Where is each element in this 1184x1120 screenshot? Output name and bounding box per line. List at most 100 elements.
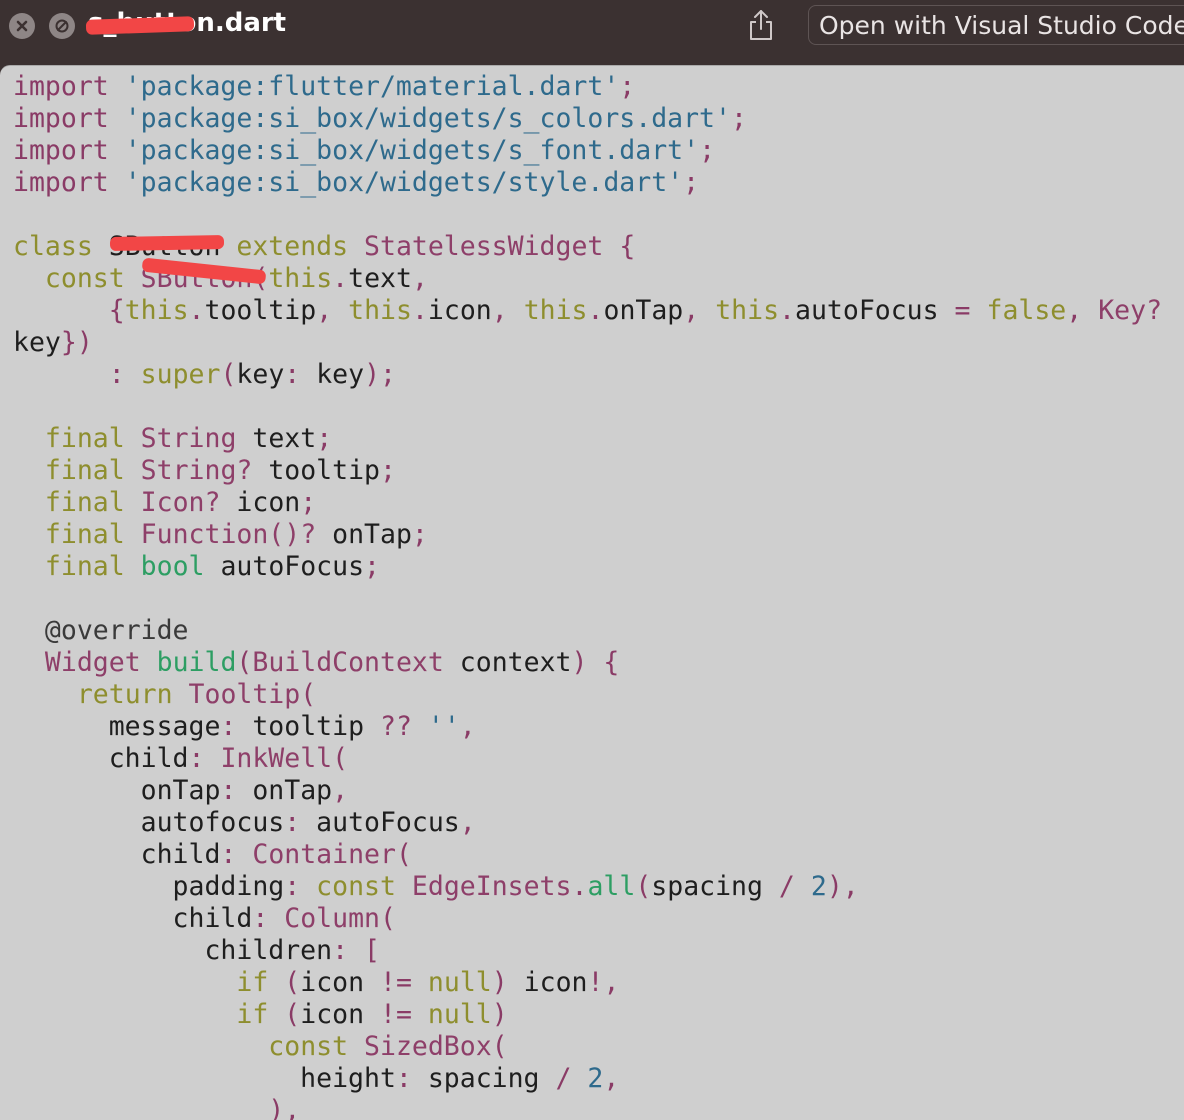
code-line: final Function()? onTap; (13, 519, 1162, 551)
code-token: InkWell (220, 743, 333, 774)
code-line: children: [ (13, 935, 1162, 967)
code-token: this (523, 295, 588, 326)
code-token: ( (491, 1031, 508, 1062)
code-token: 'package:si_box/widgets/s_font.dart' (124, 135, 700, 166)
redaction-mark (109, 235, 225, 251)
code-token: 2 (587, 1063, 604, 1094)
close-button[interactable] (9, 13, 35, 39)
code-line: child: Container( (13, 839, 1162, 871)
code-token: : (332, 935, 349, 966)
code-token: icon (300, 967, 381, 998)
code-token: / (778, 871, 795, 902)
code-token: ; (619, 71, 636, 102)
code-token: autoFocus (204, 551, 365, 582)
code-preview: import 'package:flutter/material.dart'; i… (0, 65, 1184, 1120)
code-token: !, (587, 967, 620, 998)
code-token: ); (364, 359, 397, 390)
code-token: Tooltip (188, 679, 301, 710)
code-line: final bool autoFocus; (13, 551, 1162, 583)
code-line: {this.tooltip, this.icon, this.onTap, th… (13, 295, 1162, 327)
quick-look-window: s_button.dart Open with Visual Studio Co… (0, 0, 1184, 1120)
code-token: onTap (603, 295, 684, 326)
code-token: ; (300, 487, 317, 518)
code-token: : (284, 871, 301, 902)
code-token: height (13, 1063, 396, 1094)
code-line: import 'package:si_box/widgets/s_font.da… (13, 135, 1162, 167)
code-token: ), (268, 1095, 301, 1120)
code-line: child: Column( (13, 903, 1162, 935)
code-line: height: spacing / 2, (13, 1063, 1162, 1095)
code-line: child: InkWell( (13, 743, 1162, 775)
share-button[interactable] (746, 8, 776, 42)
code-token: import (13, 135, 109, 166)
code-token: if (236, 967, 269, 998)
code-token: onTap (13, 775, 221, 806)
code-token: final (44, 487, 125, 518)
code-line: import 'package:si_box/widgets/s_colors.… (13, 103, 1162, 135)
share-icon (750, 10, 772, 40)
code-token: Widget (44, 647, 141, 678)
code-token: text (236, 423, 317, 454)
code-token: ( (236, 647, 253, 678)
code-token: @override (44, 615, 189, 646)
code-token: spacing (651, 871, 779, 902)
fullscreen-button[interactable] (49, 13, 75, 39)
code-token: null (427, 999, 492, 1030)
open-with-vscode-button[interactable]: Open with Visual Studio Code (808, 5, 1184, 45)
code-token: text (348, 263, 412, 294)
code-line: message: tooltip ?? '', (13, 711, 1162, 743)
code-token: SizedBox (364, 1031, 492, 1062)
code-token: = (954, 295, 971, 326)
code-line: if (icon != null) (13, 999, 1162, 1031)
code-line: final String text; (13, 423, 1162, 455)
code-token: [ (364, 935, 380, 966)
code-token: Container (252, 839, 396, 870)
code-token: / (555, 1063, 572, 1094)
code-token: : (252, 903, 269, 934)
code-token: { (619, 231, 636, 262)
code-token: icon (300, 999, 381, 1030)
code-token: : (188, 743, 205, 774)
code-token: const (44, 263, 125, 294)
code-line: return Tooltip( (13, 679, 1162, 711)
code-token: . (411, 295, 428, 326)
code-token: Key? (1098, 295, 1163, 326)
code-token: autoFocus (300, 807, 460, 838)
code-token: , (316, 295, 333, 326)
code-token: , (332, 775, 349, 806)
code-token: icon (220, 487, 301, 518)
code-line: padding: const EdgeInsets.all(spacing / … (13, 871, 1162, 903)
code-token: BuildContext (252, 647, 444, 678)
code-token: , (603, 1063, 620, 1094)
code-block: import 'package:flutter/material.dart'; i… (13, 71, 1162, 1120)
code-line: if (icon != null) icon!, (13, 967, 1162, 999)
code-token: ; (699, 135, 716, 166)
code-token: : (220, 775, 237, 806)
code-token: : (108, 359, 125, 390)
code-token: : (284, 359, 301, 390)
